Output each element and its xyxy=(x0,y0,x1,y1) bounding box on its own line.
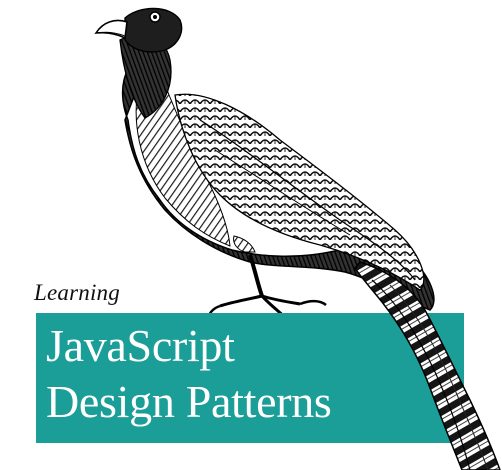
series-label: Learning xyxy=(34,280,120,305)
book-title-line-1: JavaScript xyxy=(46,320,235,371)
book-title-line-2: Design Patterns xyxy=(46,376,332,427)
book-cover: Learning JavaScript Design Patterns xyxy=(0,0,502,470)
